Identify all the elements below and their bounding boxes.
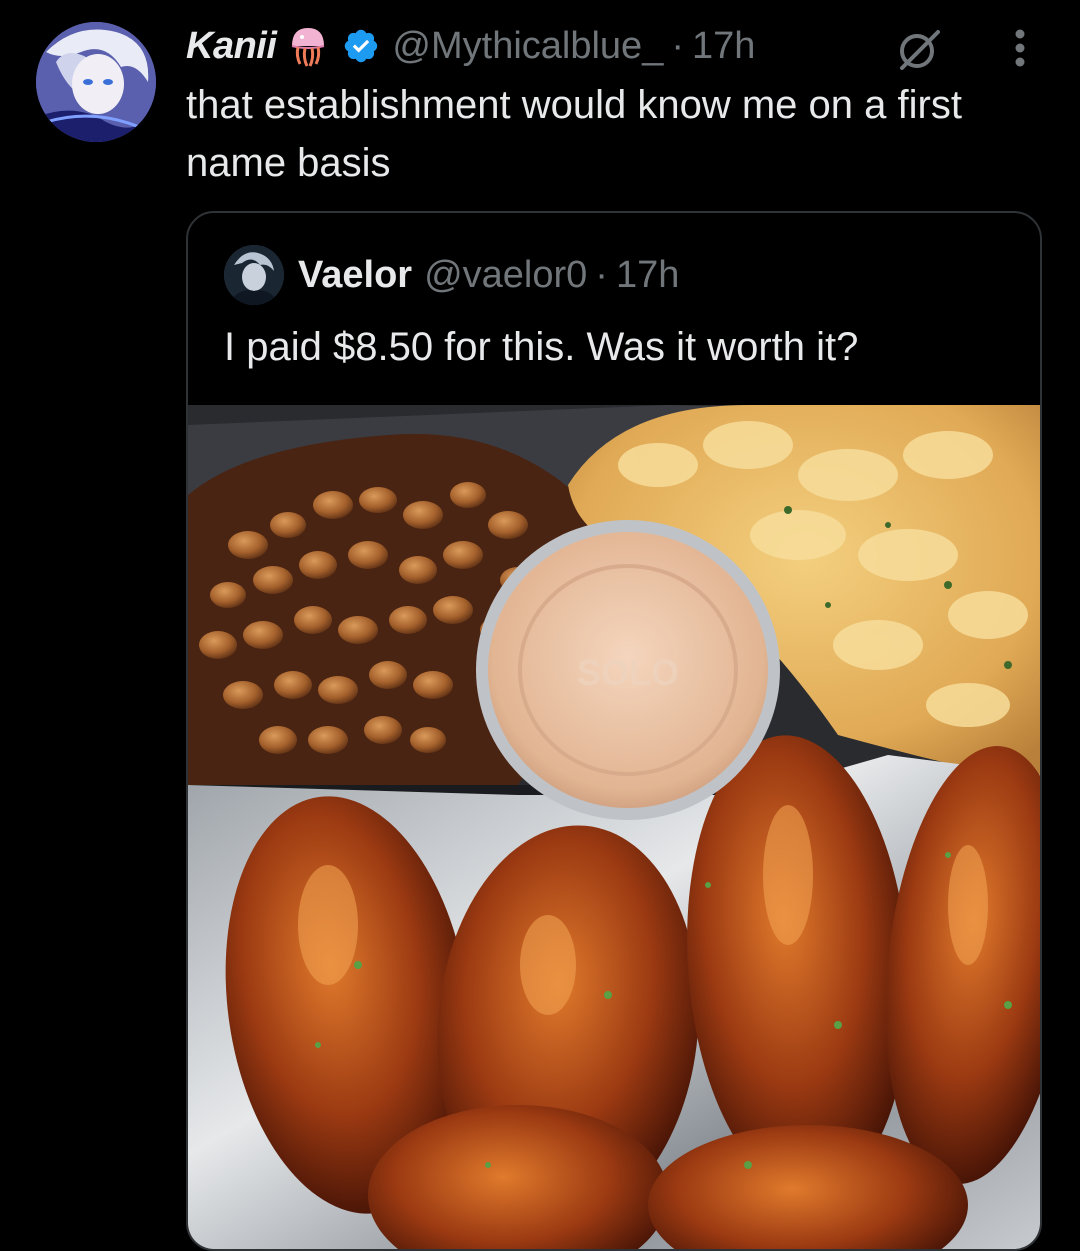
cup-lid-text: SOLO bbox=[577, 652, 679, 693]
separator-dot: · bbox=[595, 253, 608, 296]
quoted-author-avatar[interactable] bbox=[224, 245, 284, 305]
more-vertical-icon[interactable] bbox=[1000, 24, 1040, 72]
quoted-tweet-header: Vaelor @vaelor0 · 17h bbox=[298, 249, 679, 301]
author-display-name[interactable]: Kanii bbox=[186, 25, 277, 68]
quoted-tweet-timestamp[interactable]: 17h bbox=[616, 254, 679, 297]
tweet-timestamp[interactable]: 17h bbox=[692, 25, 755, 68]
grok-icon[interactable] bbox=[894, 24, 944, 74]
tweet-text: that establishment would know me on a fi… bbox=[186, 83, 962, 185]
verified-badge-icon[interactable] bbox=[342, 27, 380, 65]
quoted-tweet-text: I paid $8.50 for this. Was it worth it? bbox=[224, 325, 859, 369]
author-handle[interactable]: @Mythicalblue_ bbox=[392, 25, 663, 68]
quoted-tweet-card[interactable]: Vaelor @vaelor0 · 17h I paid $8.50 for t… bbox=[186, 211, 1042, 1251]
tweet-header: Kanii @Mythicalblue_ · 17h bbox=[186, 20, 755, 72]
quoted-tweet-photo[interactable]: SOLO bbox=[188, 405, 1040, 1249]
jellyfish-icon bbox=[286, 24, 330, 68]
quoted-author-handle[interactable]: @vaelor0 bbox=[424, 254, 587, 297]
separator-dot: · bbox=[671, 24, 684, 67]
quoted-author-display-name[interactable]: Vaelor bbox=[298, 254, 412, 297]
author-avatar[interactable] bbox=[36, 22, 156, 142]
